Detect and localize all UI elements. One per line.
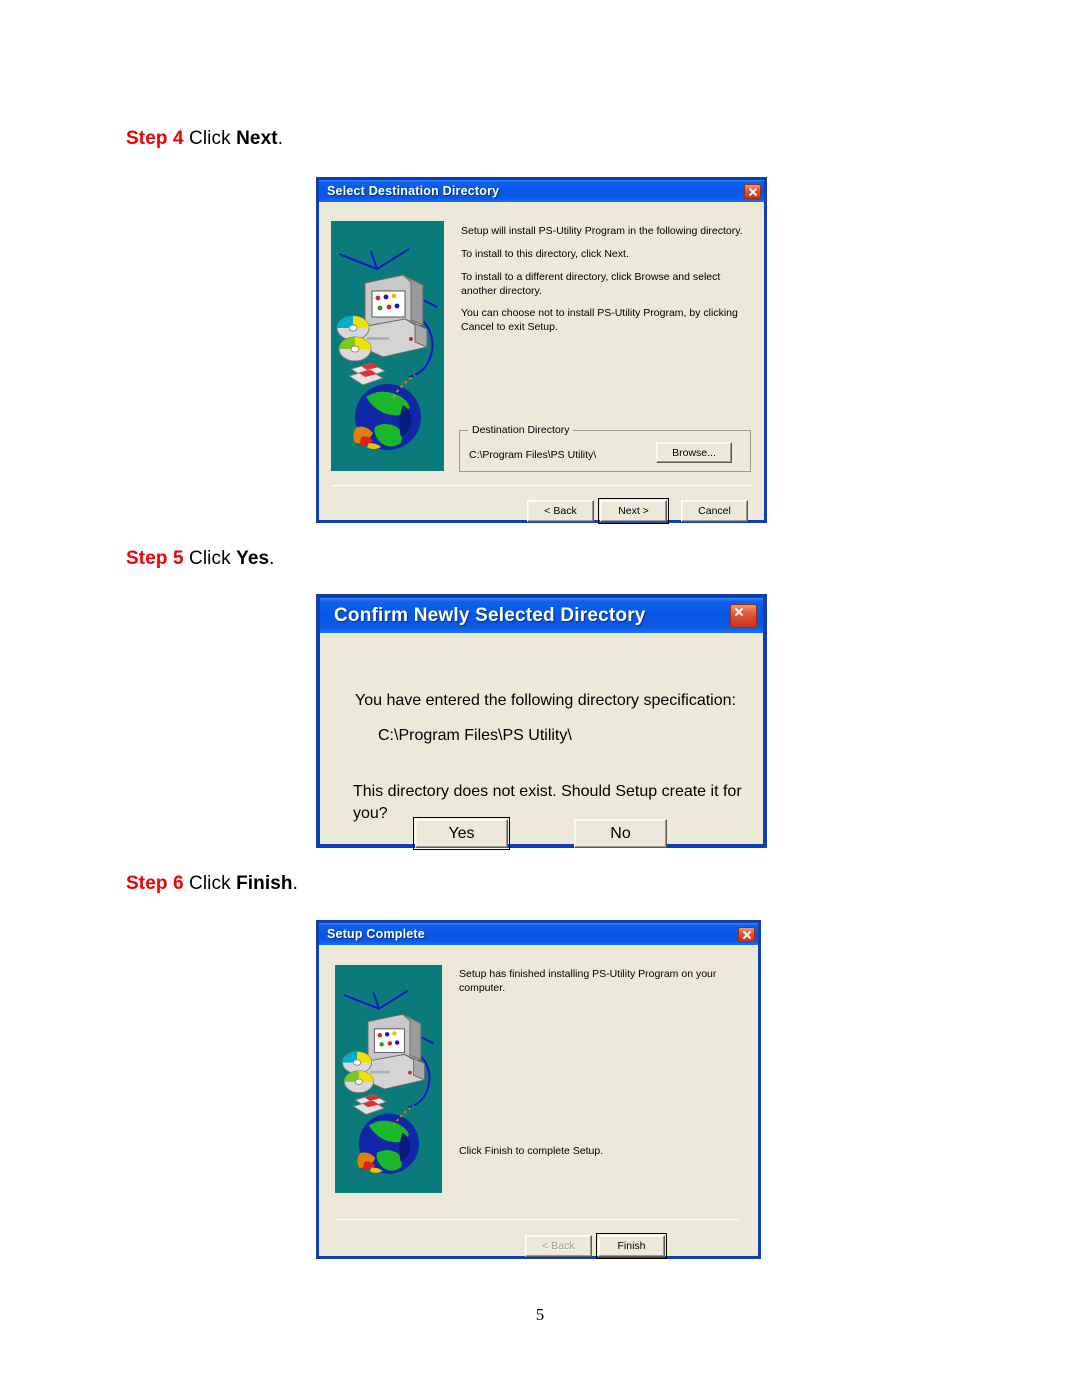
step-4-label: Step — [126, 128, 168, 149]
titlebar-confirm-directory[interactable]: Confirm Newly Selected Directory — [320, 598, 763, 633]
computer-network-globe-illustration — [331, 221, 444, 471]
step-4-heading: Step 4 Click Next. — [126, 128, 283, 150]
setup-finished-text: Setup has finished installing PS-Utility… — [459, 968, 717, 995]
step-5-verb: Click — [189, 548, 231, 569]
dialog-body: You have entered the following directory… — [320, 633, 763, 857]
step-6-number: 6 — [172, 873, 184, 894]
dialog-body: Setup has finished installing PS-Utility… — [319, 945, 758, 1259]
close-icon[interactable] — [730, 603, 757, 628]
computer-network-globe-illustration — [335, 965, 442, 1193]
paragraph-3: You can choose not to install PS-Utility… — [461, 307, 738, 334]
browse-button[interactable]: Browse... — [656, 442, 732, 463]
step-5-label: Step — [126, 548, 168, 569]
step-5-number: 5 — [172, 548, 184, 569]
dialog-title: Setup Complete — [327, 927, 425, 941]
page-number: 5 — [535, 1305, 545, 1324]
next-button[interactable]: Next > — [598, 498, 669, 524]
step-5-period: . — [269, 548, 275, 569]
step-6-label: Step — [126, 873, 168, 894]
footer-divider — [335, 1219, 739, 1220]
step-6-target: Finish — [236, 873, 293, 894]
step-4-verb: Click — [189, 128, 231, 149]
dialog-select-destination-directory[interactable]: Select Destination Directory Setup will … — [317, 178, 766, 524]
back-button[interactable]: < Back — [527, 500, 594, 522]
step-4-number: 4 — [172, 128, 184, 149]
no-button[interactable]: No — [574, 819, 667, 848]
back-button: < Back — [525, 1235, 592, 1257]
confirm-intro-text: You have entered the following directory… — [355, 692, 736, 709]
groupbox-legend: Destination Directory — [468, 424, 574, 436]
dialog-confirm-newly-selected-directory[interactable]: Confirm Newly Selected Directory You hav… — [317, 595, 766, 850]
titlebar-select-destination[interactable]: Select Destination Directory — [319, 180, 764, 202]
destination-directory-groupbox: Destination Directory C:\Program Files\P… — [459, 424, 751, 472]
step-6-verb: Click — [189, 873, 231, 894]
step-4-target: Next — [236, 128, 278, 149]
dialog-body: Setup will install PS-Utility Program in… — [319, 202, 764, 524]
click-finish-text: Click Finish to complete Setup. — [459, 1145, 604, 1157]
titlebar-setup-complete[interactable]: Setup Complete — [319, 923, 758, 945]
step-6-heading: Step 6 Click Finish. — [126, 873, 298, 895]
step-4-period: . — [277, 128, 284, 149]
close-icon[interactable] — [744, 183, 761, 199]
footer-divider — [331, 485, 752, 486]
step-5-heading: Step 5 Click Yes. — [126, 548, 275, 570]
yes-button[interactable]: Yes — [413, 817, 510, 850]
cancel-button[interactable]: Cancel — [681, 500, 748, 522]
dialog-setup-complete[interactable]: Setup Complete Setup has finished instal… — [317, 921, 760, 1259]
finish-button[interactable]: Finish — [596, 1233, 667, 1259]
confirm-path-value: C:\Program Files\PS Utility\ — [378, 727, 572, 744]
paragraph-1: To install to this directory, click Next… — [461, 248, 629, 260]
close-icon[interactable] — [738, 926, 755, 942]
confirm-question-text: This directory does not exist. Should Se… — [353, 783, 742, 822]
paragraph-0: Setup will install PS-Utility Program in… — [461, 225, 743, 237]
step-6-period: . — [292, 873, 299, 894]
destination-path-value: C:\Program Files\PS Utility\ — [469, 449, 597, 461]
step-5-target: Yes — [236, 548, 270, 569]
dialog-title: Confirm Newly Selected Directory — [334, 604, 646, 626]
paragraph-2: To install to a different directory, cli… — [461, 271, 721, 298]
dialog-title: Select Destination Directory — [327, 184, 500, 198]
